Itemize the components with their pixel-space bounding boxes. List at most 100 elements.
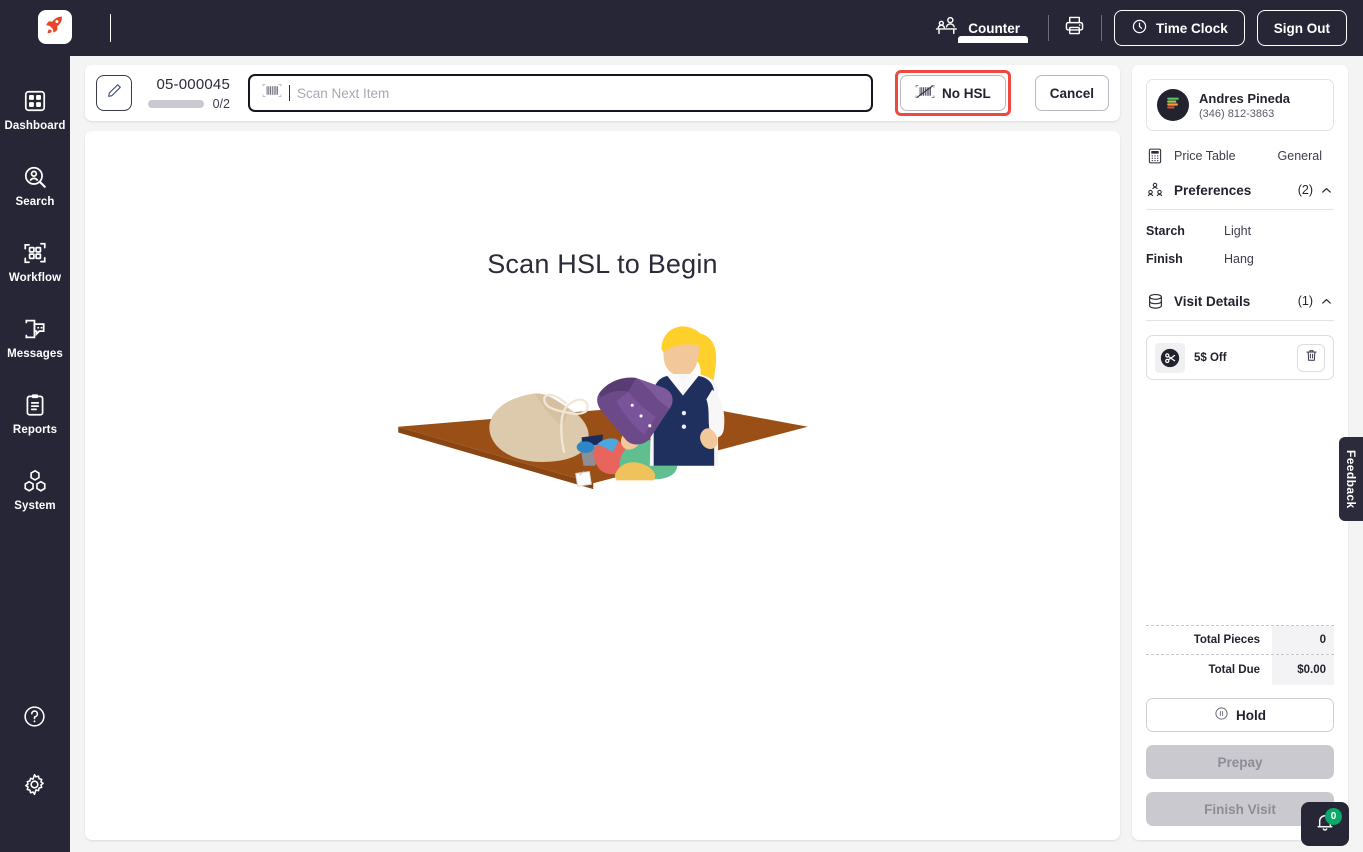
barcode-scan-icon [262, 83, 282, 103]
total-label: Total Pieces [1193, 634, 1260, 646]
sign-out-label: Sign Out [1273, 20, 1330, 36]
order-id: 05-000045 [156, 75, 230, 93]
preference-row: Starch Light [1146, 224, 1334, 238]
price-table-value: General [1277, 149, 1322, 163]
preferences-count: (2) [1297, 183, 1313, 197]
order-toolbar: 05-000045 0/2 Scan Next Item No HSL Canc… [85, 65, 1120, 121]
divider [1100, 15, 1102, 41]
dashboard-grid-icon [22, 88, 48, 114]
cancel-label: Cancel [1049, 85, 1094, 101]
scan-input[interactable]: Scan Next Item [248, 74, 873, 112]
logo-divider [110, 14, 111, 42]
trash-icon [1304, 348, 1319, 368]
sidebar-item-workflow[interactable]: Workflow [0, 230, 70, 290]
visit-details-count: (1) [1297, 294, 1313, 308]
price-table-label: Price Table [1174, 149, 1236, 163]
total-row: Total Due $0.00 [1146, 655, 1334, 685]
print-button[interactable] [1061, 14, 1089, 42]
database-icon [1146, 292, 1164, 310]
delete-visit-item-button[interactable] [1297, 343, 1325, 372]
sidebar-bottom-nav [0, 694, 70, 830]
gear-icon [22, 772, 48, 798]
visit-details-label: Visit Details [1174, 293, 1251, 309]
sidebar-item-system[interactable]: System [0, 458, 70, 518]
edit-order-button[interactable] [96, 75, 132, 111]
feedback-tab[interactable]: Feedback [1339, 437, 1363, 521]
notifications-button[interactable]: 0 [1301, 802, 1349, 846]
laundry-sorting-illustration [388, 298, 818, 498]
left-sidebar: Dashboard Search Workflow Messages Repor… [0, 0, 70, 852]
hold-label: Hold [1236, 707, 1266, 723]
notification-badge: 0 [1325, 808, 1342, 825]
chevron-up-icon[interactable] [1319, 294, 1334, 309]
scan-canvas: Scan HSL to Begin [85, 131, 1120, 840]
finish-visit-label: Finish Visit [1204, 801, 1276, 817]
sidebar-item-messages[interactable]: Messages [0, 306, 70, 366]
total-value: $0.00 [1272, 655, 1334, 685]
sidebar-item-reports[interactable]: Reports [0, 382, 70, 442]
top-bar: Counter Time Clock Sign Out [0, 0, 1363, 56]
main-content: 05-000045 0/2 Scan Next Item No HSL Canc… [70, 56, 1363, 852]
tab-counter[interactable]: Counter [928, 14, 1036, 43]
totals-block: Total Pieces 0 Total Due $0.00 Hold Prep… [1146, 625, 1334, 826]
sidebar-item-label: Dashboard [4, 120, 66, 132]
preferences-label: Preferences [1174, 182, 1252, 198]
reports-clipboard-icon [22, 392, 48, 418]
app-logo[interactable] [38, 10, 72, 44]
calculator-icon [1146, 147, 1164, 165]
preference-value: Hang [1224, 252, 1254, 266]
counter-label: Counter [968, 20, 1020, 36]
total-value: 0 [1272, 626, 1334, 654]
clock-icon [1131, 18, 1148, 38]
topbar-actions: Counter Time Clock Sign Out [928, 0, 1347, 56]
preference-key: Starch [1146, 224, 1185, 238]
order-id-block: 05-000045 0/2 [146, 76, 230, 111]
customer-phone: (346) 812-3863 [1199, 107, 1275, 120]
chevron-up-icon[interactable] [1319, 183, 1334, 198]
pause-circle-icon [1214, 706, 1229, 724]
price-table-row[interactable]: Price Table General [1146, 147, 1334, 165]
center-column: 05-000045 0/2 Scan Next Item No HSL Canc… [85, 65, 1120, 840]
divider [1146, 320, 1334, 321]
sidebar-item-settings[interactable] [0, 762, 70, 804]
people-icon [1146, 181, 1164, 199]
coupon-scissors-icon [1155, 342, 1185, 373]
sidebar-item-label: Messages [7, 348, 63, 360]
visit-item-label: 5$ Off [1194, 351, 1227, 364]
customer-card[interactable]: Andres Pineda (346) 812-3863 [1146, 79, 1334, 131]
hold-button[interactable]: Hold [1146, 698, 1334, 732]
customer-name: Andres Pineda [1199, 90, 1291, 106]
sidebar-item-help[interactable] [0, 694, 70, 736]
sidebar-item-dashboard[interactable]: Dashboard [0, 78, 70, 138]
preference-row: Finish Hang [1146, 252, 1334, 266]
prepay-label: Prepay [1217, 754, 1263, 770]
visit-details-header[interactable]: Visit Details (1) [1146, 292, 1334, 310]
feedback-label: Feedback [1344, 449, 1358, 509]
canvas-title: Scan HSL to Begin [487, 249, 718, 279]
no-hsl-button[interactable]: No HSL [899, 75, 1006, 111]
time-clock-label: Time Clock [1155, 20, 1228, 36]
printer-icon [1063, 14, 1086, 42]
no-hsl-highlight-box: No HSL [894, 70, 1011, 116]
divider [1047, 15, 1049, 41]
customer-info: Andres Pineda (346) 812-3863 [1199, 91, 1290, 120]
workflow-scan-icon [22, 240, 48, 266]
search-person-icon [22, 164, 48, 190]
prepay-button[interactable]: Prepay [1146, 745, 1334, 779]
cancel-button[interactable]: Cancel [1034, 75, 1109, 111]
divider [1146, 209, 1334, 210]
list-item[interactable]: 5$ Off [1146, 335, 1334, 380]
preference-key: Finish [1146, 252, 1183, 266]
sidebar-item-search[interactable]: Search [0, 154, 70, 214]
total-label: Total Due [1208, 664, 1260, 676]
time-clock-button[interactable]: Time Clock [1113, 10, 1245, 46]
sidebar-item-label: System [14, 500, 56, 512]
preferences-header[interactable]: Preferences (2) [1146, 181, 1334, 199]
rocket-icon [44, 14, 66, 41]
sidebar-item-label: Workflow [8, 272, 62, 284]
sidebar-item-label: Reports [12, 424, 58, 436]
sign-out-button[interactable]: Sign Out [1256, 10, 1347, 46]
pencil-icon [106, 82, 123, 104]
customer-avatar-icon [1163, 93, 1183, 118]
progress-bar [147, 99, 204, 108]
